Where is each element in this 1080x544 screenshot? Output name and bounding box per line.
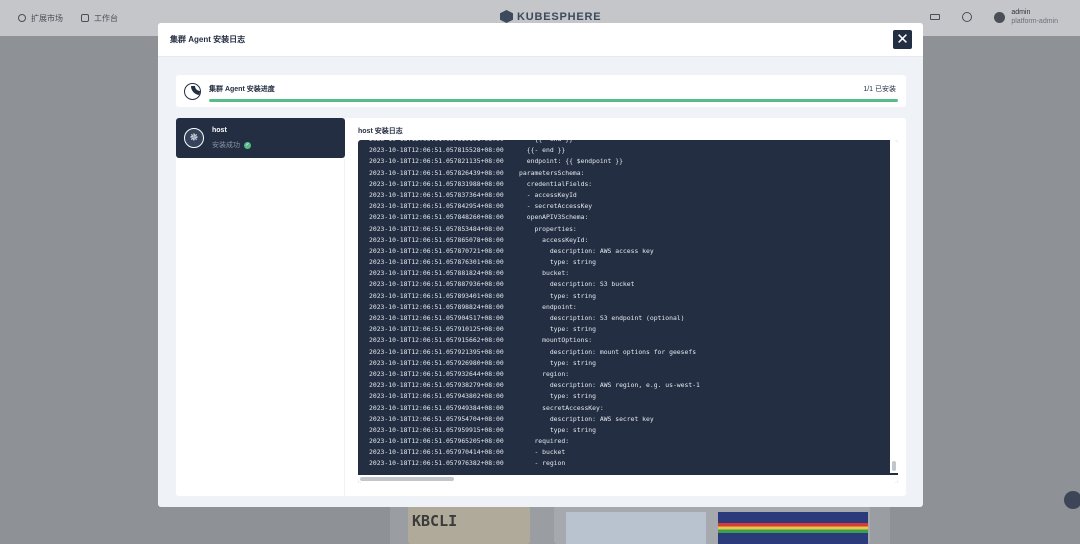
agent-install-log-modal: 集群 Agent 安装日志 ✕ 集群 Agent 安装进度 1/1 已安装 ✵ …: [158, 23, 923, 507]
nav-extension-market-label: 扩展市场: [31, 13, 63, 23]
cluster-status: 安装成功 ✓: [212, 140, 251, 150]
log-line: 2023-10-18T12:06:51.057938279+08:00 desc…: [369, 381, 700, 390]
log-line: 2023-10-18T12:06:51.057943802+08:00 type…: [369, 392, 597, 401]
log-line: 2023-10-18T12:06:51.057853484+08:00 prop…: [369, 224, 577, 233]
cluster-item-host[interactable]: ✵ host 安装成功 ✓: [176, 118, 345, 158]
log-line: 2023-10-18T12:06:51.057932644+08:00 regi…: [369, 369, 570, 378]
vertical-scrollbar-thumb[interactable]: [892, 461, 896, 471]
cluster-status-text: 安装成功: [212, 142, 240, 149]
log-line: 2023-10-18T12:06:51.057881824+08:00 buck…: [369, 269, 570, 278]
nav-workbench[interactable]: 工作台: [81, 13, 118, 24]
log-line: 2023-10-18T12:06:51.057848260+08:00 open…: [369, 213, 589, 222]
log-line: 2023-10-18T12:06:51.057915662+08:00 moun…: [369, 336, 593, 345]
close-icon: ✕: [896, 31, 909, 48]
brand-logo[interactable]: KUBESPHERE: [500, 10, 601, 23]
modal-title: 集群 Agent 安装日志: [170, 35, 246, 44]
log-line: 2023-10-18T12:06:51.057970414+08:00 - bu…: [369, 448, 566, 457]
progress-label: 集群 Agent 安装进度: [209, 86, 275, 93]
log-line: 2023-10-18T12:06:51.057837364+08:00 - ac…: [369, 190, 577, 199]
log-line: 2023-10-18T12:06:51.057926980+08:00 type…: [369, 358, 597, 367]
log-line: 2023-10-18T12:06:51.057842954+08:00 - se…: [369, 202, 593, 211]
log-line: 2023-10-18T12:06:51.057904517+08:00 desc…: [369, 314, 685, 322]
toolbox-icon[interactable]: [930, 14, 941, 20]
nav-extension-market[interactable]: 扩展市场: [18, 13, 63, 24]
log-viewer[interactable]: 2023-10-18T12:06:51.057810101+08:00 {{- …: [358, 140, 898, 483]
install-progress-card: 集群 Agent 安装进度 1/1 已安装: [176, 75, 906, 107]
avatar: [994, 11, 1006, 23]
user-menu[interactable]: admin platform-admin: [994, 8, 1058, 26]
log-line: 2023-10-18T12:06:51.057898824+08:00 endp…: [369, 302, 577, 311]
log-line: 2023-10-18T12:06:51.057826439+08:00 para…: [369, 168, 585, 177]
cluster-name: host: [212, 127, 227, 134]
kubernetes-helm-icon: ✵: [184, 128, 204, 148]
top-nav: 扩展市场 工作台: [0, 13, 118, 24]
floating-toolbar-button[interactable]: [1064, 491, 1080, 509]
settings-icon[interactable]: [962, 12, 973, 22]
brand-text: KUBESPHERE: [517, 10, 602, 23]
modal-header: 集群 Agent 安装日志: [158, 23, 923, 57]
log-title: host 安装日志: [358, 128, 403, 135]
cluster-list: ✵ host 安装成功 ✓: [176, 118, 345, 496]
log-line: 2023-10-18T12:06:51.057976382+08:00 - re…: [369, 459, 566, 468]
kubesphere-logo-icon: [500, 10, 513, 23]
nav-workbench-label: 工作台: [94, 13, 118, 23]
progress-clock-icon: [184, 83, 201, 100]
log-line: 2023-10-18T12:06:51.057965205+08:00 requ…: [369, 437, 570, 446]
log-lines: 2023-10-18T12:06:51.057810101+08:00 {{- …: [369, 140, 700, 470]
screenshot-thumbnail: [718, 512, 868, 544]
screenshot-thumbnail: [566, 512, 706, 544]
check-circle-icon: ✓: [244, 141, 251, 149]
horizontal-scrollbar[interactable]: [358, 475, 898, 483]
horizontal-scrollbar-thumb[interactable]: [360, 477, 454, 481]
log-line: 2023-10-18T12:06:51.057910125+08:00 type…: [369, 325, 597, 334]
log-line: 2023-10-18T12:06:51.057949384+08:00 secr…: [369, 403, 604, 412]
log-line: 2023-10-18T12:06:51.057887936+08:00 desc…: [369, 280, 635, 289]
progress-bar-fill: [209, 99, 898, 102]
log-line: 2023-10-18T12:06:51.057831988+08:00 cred…: [369, 179, 593, 188]
close-button[interactable]: ✕: [893, 30, 912, 49]
user-role: platform-admin: [1011, 18, 1058, 25]
user-name: admin: [1011, 9, 1031, 16]
log-line: 2023-10-18T12:06:51.057815528+08:00 {{- …: [369, 146, 566, 155]
log-line: 2023-10-18T12:06:51.057865078+08:00 acce…: [369, 235, 589, 244]
kbcli-card-text: KBCLI: [412, 512, 458, 530]
extension-market-icon: [18, 14, 26, 22]
vertical-scrollbar[interactable]: [890, 140, 898, 473]
log-line: 2023-10-18T12:06:51.057821135+08:00 endp…: [369, 157, 623, 166]
log-line: 2023-10-18T12:06:51.057876301+08:00 type…: [369, 258, 597, 267]
workbench-icon: [81, 14, 89, 22]
progress-count: 1/1 已安装: [863, 86, 896, 93]
top-right-tools: admin platform-admin: [930, 8, 1058, 26]
log-line: 2023-10-18T12:06:51.057870721+08:00 desc…: [369, 246, 654, 255]
log-line: 2023-10-18T12:06:51.057959915+08:00 type…: [369, 425, 597, 434]
progress-bar: [209, 99, 898, 102]
log-line: 2023-10-18T12:06:51.057954704+08:00 desc…: [369, 414, 654, 423]
install-log-body: ✵ host 安装成功 ✓ host 安装日志 2023-10-18T12:06…: [176, 118, 906, 496]
log-line: 2023-10-18T12:06:51.057893401+08:00 type…: [369, 291, 597, 300]
log-line: 2023-10-18T12:06:51.057921395+08:00 desc…: [369, 347, 697, 356]
